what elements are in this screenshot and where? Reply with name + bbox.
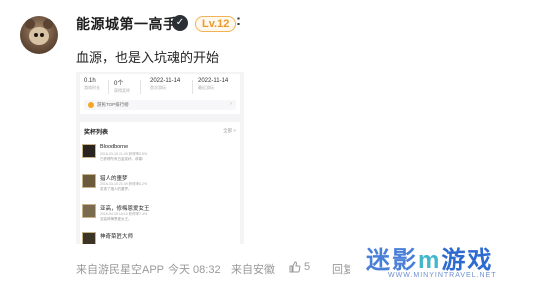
achievement-name: Bloodborne	[100, 144, 129, 150]
like-count[interactable]: 5	[304, 261, 310, 273]
achievement-thumb	[82, 174, 96, 188]
stats-panel: 0.1h 游戏时长 0个 获得奖杯 2022-11-14 首次游玩 2022-1…	[80, 74, 240, 114]
more-options-button[interactable]: :	[236, 12, 241, 29]
post-text: 血源，也是入坑魂的开始	[76, 50, 220, 65]
stat-trophies: 0个 获得奖杯	[114, 78, 130, 94]
watermark-text: 迷影m游戏	[366, 247, 494, 274]
achievements-more-link: 全部 >	[223, 128, 236, 133]
rank-row: 游民TOP排行榜 ›	[84, 100, 236, 110]
achievement-thumb	[82, 232, 96, 244]
avatar[interactable]	[20, 16, 58, 54]
avatar-face	[29, 27, 49, 45]
watermark-logo: 迷影m游戏 WWW.MINYINTRAVEL.NET	[350, 238, 550, 288]
achievement-thumb	[82, 204, 96, 218]
like-icon[interactable]	[289, 261, 301, 276]
achievement-item: 神奇菜匠大师	[82, 232, 232, 244]
achievement-name: 亚高，修梅恩爱女王	[100, 206, 150, 212]
watermark-url: WWW.MINYINTRAVEL.NET	[388, 272, 497, 279]
achievement-desc: 已获得所有白金奖杯。恭喜!	[100, 157, 143, 161]
rank-icon	[88, 102, 94, 108]
achievements-panel: 奖杯列表 全部 > Bloodborne 2016-03-15 21:49 获得…	[80, 122, 240, 244]
stat-divider	[140, 80, 141, 94]
achievement-desc: 亚高修梅恩爱女王。	[100, 217, 132, 221]
achievement-item: 猎人的噩梦 2016-03-15 21:49 获得率6.2% 发现了猎人的噩梦。	[82, 174, 232, 200]
level-badge: Lv.12	[195, 16, 237, 32]
achievement-name: 神奇菜匠大师	[100, 234, 134, 240]
achievement-item: 亚高，修梅恩爱女王 2016-04-15 16:10 获得率7.4% 亚高修梅恩…	[82, 204, 232, 230]
stat-value: 2022-11-14	[198, 78, 229, 84]
avatar-eye-right	[40, 33, 44, 37]
achievements-title: 奖杯列表	[84, 130, 109, 136]
stat-label: 获得奖杯	[114, 88, 130, 93]
chevron-right-icon: ›	[230, 101, 232, 107]
stat-label: 首次游玩	[150, 85, 166, 90]
username[interactable]: 能源城第一高手	[76, 14, 178, 34]
stat-value: 0.1h	[84, 78, 96, 84]
stat-value: 0个	[114, 81, 124, 87]
achievement-item: Bloodborne 2016-03-15 21:49 获得率0.5% 已获得所…	[82, 144, 232, 170]
stat-label: 游戏时长	[84, 85, 100, 90]
rank-label: 游民TOP排行榜	[97, 102, 129, 107]
achievement-desc: 发现了猎人的噩梦。	[100, 187, 132, 191]
stat-divider	[108, 80, 109, 94]
post-image[interactable]: 0.1h 游戏时长 0个 获得奖杯 2022-11-14 首次游玩 2022-1…	[76, 72, 244, 244]
stat-label: 最近游玩	[198, 85, 214, 90]
post-location: 来自安徽	[231, 264, 275, 276]
post-time: 今天 08:32	[168, 264, 221, 276]
stat-divider	[192, 80, 193, 94]
avatar-eye-left	[34, 33, 38, 37]
post-source: 来自游民星空APP	[76, 264, 165, 276]
achievement-thumb	[82, 144, 96, 158]
stat-first-played: 2022-11-14 首次游玩	[150, 78, 180, 91]
stat-playtime: 0.1h 游戏时长	[84, 78, 100, 91]
stat-last-played: 2022-11-14 最近游玩	[198, 78, 228, 91]
verified-icon: ✓	[172, 15, 188, 31]
achievement-name: 猎人的噩梦	[100, 176, 128, 182]
stat-value: 2022-11-14	[150, 78, 181, 84]
